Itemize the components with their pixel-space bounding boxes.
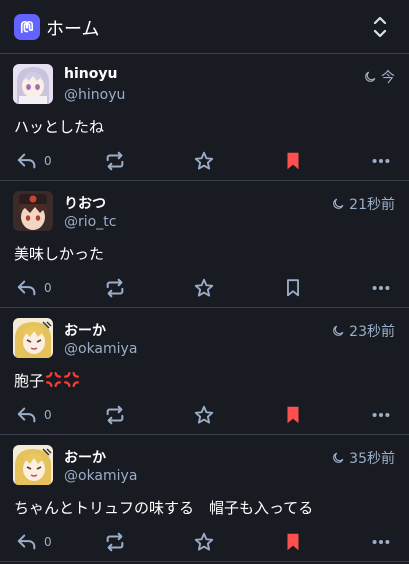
- column-title: ホーム: [46, 19, 100, 40]
- post-time[interactable]: 35秒前: [331, 448, 395, 468]
- status-content: ハッとしたね: [14, 118, 105, 136]
- reply-button[interactable]: 0: [16, 400, 52, 430]
- boost-button[interactable]: [104, 273, 126, 303]
- more-button[interactable]: [370, 400, 392, 430]
- favourite-button[interactable]: [193, 273, 215, 303]
- star-icon: [193, 277, 215, 299]
- bookmark-filled-icon: [282, 404, 304, 426]
- anger-emoji-icon: [63, 371, 80, 388]
- avatar[interactable]: [13, 191, 53, 231]
- star-icon: [193, 531, 215, 553]
- post-time[interactable]: 21秒前: [331, 194, 395, 214]
- reply-count: 0: [44, 408, 52, 422]
- reply-count: 0: [44, 281, 52, 295]
- column-settings-chevrons-icon[interactable]: [369, 14, 391, 40]
- boost-icon: [104, 531, 126, 553]
- more-button[interactable]: [370, 273, 392, 303]
- relative-time: 21秒前: [349, 197, 395, 213]
- bookmark-filled-icon: [282, 531, 304, 553]
- favourite-button[interactable]: [193, 400, 215, 430]
- status-post: hinoyu @hinoyu 今 ハッとしたね 0: [0, 54, 409, 181]
- reply-icon: [16, 404, 38, 426]
- reply-count: 0: [44, 535, 52, 549]
- reply-icon: [16, 277, 38, 299]
- bookmark-button[interactable]: [282, 527, 304, 557]
- unlisted-moon-icon: [331, 324, 345, 338]
- avatar[interactable]: [13, 64, 53, 104]
- relative-time: 今: [381, 70, 395, 86]
- anger-emoji-icon: [45, 371, 62, 388]
- bookmark-outline-icon: [282, 277, 304, 299]
- account-handle[interactable]: @rio_tc: [64, 214, 116, 230]
- status-text: 胞子: [14, 372, 45, 390]
- account-handle[interactable]: @okamiya: [64, 468, 137, 484]
- status-action-bar: 0: [0, 146, 409, 176]
- boost-icon: [104, 277, 126, 299]
- status-post: りおつ @rio_tc 21秒前 美味しかった 0: [0, 181, 409, 308]
- ellipsis-icon: [370, 150, 392, 172]
- ellipsis-icon: [370, 404, 392, 426]
- bookmark-button[interactable]: [282, 273, 304, 303]
- star-icon: [193, 404, 215, 426]
- relative-time: 23秒前: [349, 324, 395, 340]
- status-content: ちゃんとトリュフの味する 帽子も入ってる: [14, 499, 314, 517]
- column-header: ホーム: [0, 0, 409, 54]
- status-post: おーか @okamiya 35秒前 ちゃんとトリュフの味する 帽子も入ってる 0: [0, 435, 409, 562]
- boost-button[interactable]: [104, 527, 126, 557]
- favourite-button[interactable]: [193, 146, 215, 176]
- status-content: 胞子: [14, 370, 80, 391]
- relative-time: 35秒前: [349, 451, 395, 467]
- avatar[interactable]: [13, 318, 53, 358]
- boost-icon: [104, 150, 126, 172]
- display-name[interactable]: hinoyu: [64, 66, 117, 82]
- more-button[interactable]: [370, 527, 392, 557]
- ellipsis-icon: [370, 531, 392, 553]
- bookmark-button[interactable]: [282, 400, 304, 430]
- reply-button[interactable]: 0: [16, 146, 52, 176]
- star-icon: [193, 150, 215, 172]
- account-handle[interactable]: @okamiya: [64, 341, 137, 357]
- favourite-button[interactable]: [193, 527, 215, 557]
- display-name[interactable]: おーか: [64, 447, 106, 467]
- mastodon-logo-icon: [14, 14, 40, 40]
- reply-icon: [16, 150, 38, 172]
- bookmark-button[interactable]: [282, 146, 304, 176]
- boost-icon: [104, 404, 126, 426]
- boost-button[interactable]: [104, 146, 126, 176]
- reply-button[interactable]: 0: [16, 527, 52, 557]
- post-time[interactable]: 今: [363, 67, 395, 87]
- ellipsis-icon: [370, 277, 392, 299]
- unlisted-moon-icon: [331, 451, 345, 465]
- status-action-bar: 0: [0, 400, 409, 430]
- reply-button[interactable]: 0: [16, 273, 52, 303]
- bookmark-filled-icon: [282, 150, 304, 172]
- status-action-bar: 0: [0, 273, 409, 303]
- status-content: 美味しかった: [14, 245, 105, 263]
- more-button[interactable]: [370, 146, 392, 176]
- display-name[interactable]: おーか: [64, 320, 106, 340]
- avatar[interactable]: [13, 445, 53, 485]
- display-name[interactable]: りおつ: [64, 193, 106, 213]
- unlisted-moon-icon: [331, 197, 345, 211]
- reply-count: 0: [44, 154, 52, 168]
- post-time[interactable]: 23秒前: [331, 321, 395, 341]
- reply-icon: [16, 531, 38, 553]
- status-action-bar: 0: [0, 527, 409, 557]
- status-post: おーか @okamiya 23秒前 胞子 0: [0, 308, 409, 435]
- unlisted-moon-icon: [363, 70, 377, 84]
- boost-button[interactable]: [104, 400, 126, 430]
- account-handle[interactable]: @hinoyu: [64, 87, 125, 103]
